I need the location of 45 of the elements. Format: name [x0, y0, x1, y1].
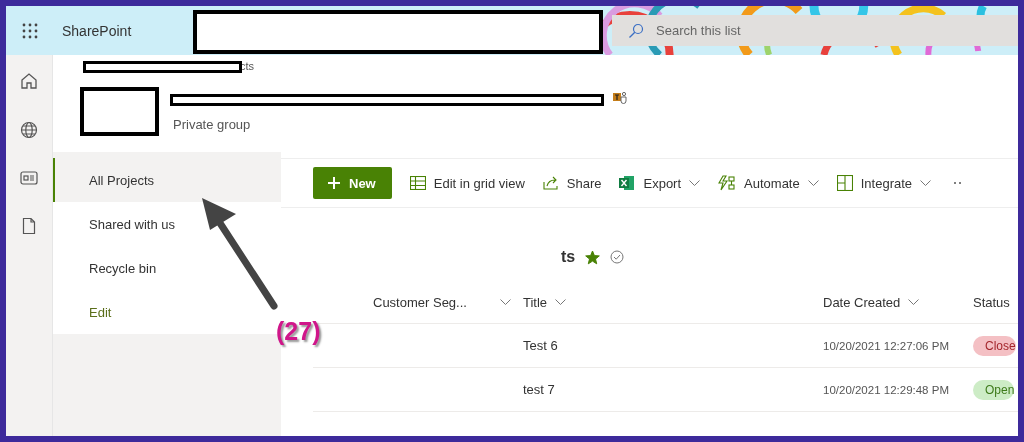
new-button[interactable]: New [313, 167, 392, 199]
news-icon[interactable] [20, 170, 38, 186]
nav-item[interactable]: Shared with us [53, 202, 281, 246]
check-circle-icon [610, 250, 625, 264]
spreadsheet-icon [619, 175, 636, 191]
flow-icon [718, 175, 737, 191]
app-name[interactable]: SharePoint [62, 22, 132, 39]
column-header[interactable]: Title [523, 294, 823, 310]
command-button[interactable]: Automate [718, 175, 819, 191]
table-cell[interactable]: Test 6 [523, 338, 558, 353]
share-icon [542, 176, 559, 190]
site-subtitle: Private group [173, 117, 252, 132]
more-icon[interactable] [953, 181, 962, 185]
chevron-down-icon [500, 298, 511, 306]
command-button[interactable]: Integrate [836, 175, 932, 191]
table-cell[interactable]: test 7 [523, 382, 555, 397]
layout-icon [836, 175, 853, 191]
app-launcher-icon[interactable] [22, 22, 38, 39]
grid-icon [409, 176, 426, 190]
nav-item[interactable]: Recycle bin [53, 246, 281, 290]
command-button[interactable]: Export [619, 175, 701, 191]
teams-icon [613, 90, 627, 104]
chevron-down-icon [555, 298, 567, 306]
star-icon[interactable] [585, 249, 601, 265]
command-button[interactable]: Share [542, 175, 602, 191]
column-header[interactable]: Date Created [823, 294, 973, 310]
column-header[interactable]: Customer Seg... [373, 294, 523, 310]
table-cell: 10/20/2021 12:29:48 PM [823, 383, 949, 396]
search-icon [628, 22, 644, 39]
status-pill: Close [973, 335, 1016, 356]
chevron-down-icon [689, 179, 701, 187]
chevron-down-icon [807, 179, 819, 187]
nav-item[interactable]: All Projects [53, 158, 281, 202]
chevron-down-icon [920, 179, 932, 187]
chevron-down-icon [908, 298, 920, 306]
list-title: ts [561, 248, 576, 266]
annotation-label: (27) [276, 317, 321, 346]
plus-icon [327, 176, 341, 190]
column-header[interactable]: Status [973, 294, 1018, 310]
globe-icon[interactable] [20, 121, 38, 139]
table-cell: 10/20/2021 12:27:06 PM [823, 339, 949, 352]
command-button[interactable]: Edit in grid view [409, 175, 525, 191]
status-pill: Open [973, 379, 1015, 400]
home-icon[interactable] [20, 72, 38, 90]
document-icon[interactable] [22, 217, 36, 235]
